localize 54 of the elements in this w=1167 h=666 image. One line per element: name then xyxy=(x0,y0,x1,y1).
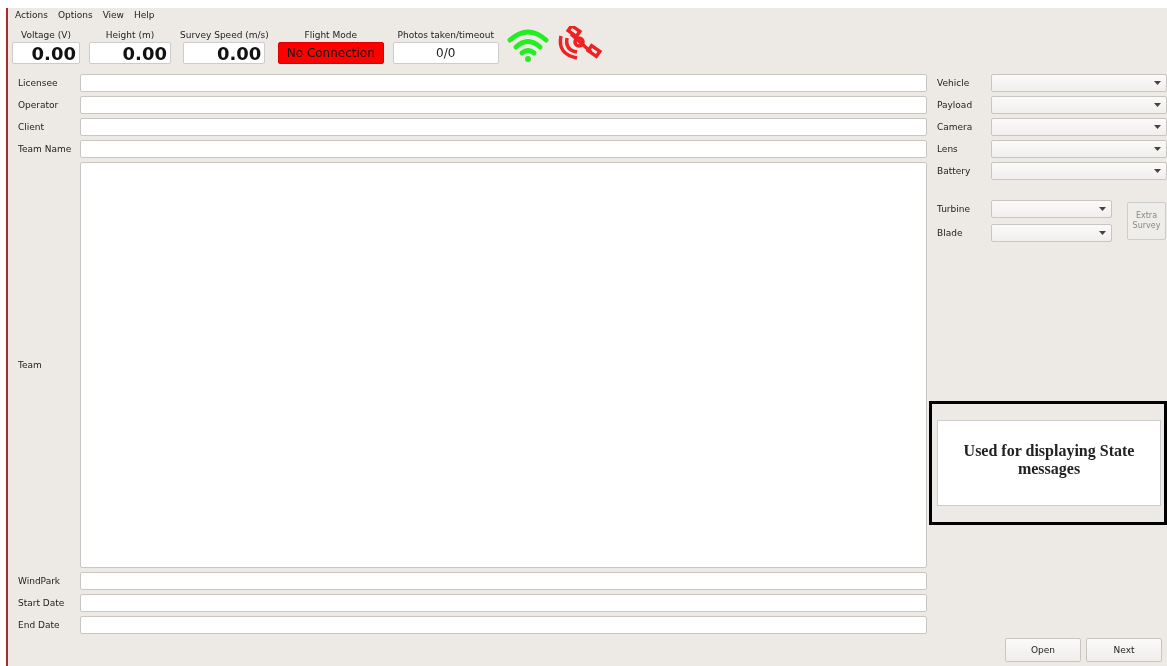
input-field[interactable] xyxy=(80,74,927,92)
field-label: Camera xyxy=(937,122,974,132)
field-label: Start Date xyxy=(18,598,66,608)
input-field[interactable] xyxy=(80,594,927,612)
input-field[interactable] xyxy=(80,140,927,158)
dropdown[interactable] xyxy=(991,96,1167,114)
readout-display: 0.00 xyxy=(12,42,80,64)
caret-icon xyxy=(1099,231,1106,235)
indicator-label: Voltage (V) xyxy=(21,30,71,40)
indicator-label: Flight Mode xyxy=(304,30,357,40)
field-label: Vehicle xyxy=(937,78,971,88)
field-label: Client xyxy=(18,122,46,132)
dropdown[interactable] xyxy=(991,162,1167,180)
dialog-button[interactable]: Next xyxy=(1086,638,1162,662)
readout-display: 0.00 xyxy=(89,42,171,64)
indicator-label: Height (m) xyxy=(105,30,155,40)
dropdown[interactable] xyxy=(991,140,1167,158)
field-label: Team xyxy=(18,360,43,370)
caret-icon xyxy=(1154,169,1161,173)
field-label: Operator xyxy=(18,100,60,110)
caret-icon xyxy=(1154,81,1161,85)
menu-item[interactable]: Help xyxy=(134,10,155,20)
input-field[interactable] xyxy=(80,96,927,114)
indicator-label: Photos taken/timeout xyxy=(397,30,494,40)
photos-display: 0/0 xyxy=(392,42,499,64)
dialog-button[interactable]: Open xyxy=(1005,638,1081,662)
field-label: WindPark xyxy=(18,576,62,586)
caret-icon xyxy=(1154,103,1161,107)
field-label: Turbine xyxy=(937,204,971,214)
dropdown[interactable] xyxy=(991,224,1112,242)
field-label: Lens xyxy=(937,144,959,154)
caret-icon xyxy=(1154,147,1161,151)
field-label: Blade xyxy=(937,228,964,238)
input-field[interactable] xyxy=(80,118,927,136)
dropdown[interactable] xyxy=(991,200,1112,218)
input-field[interactable] xyxy=(80,616,927,634)
text-area[interactable] xyxy=(80,162,927,568)
caret-icon xyxy=(1154,125,1161,129)
menu-item[interactable]: Options xyxy=(57,10,93,20)
readout-display: 0.00 xyxy=(183,42,266,64)
field-label: End Date xyxy=(18,620,61,630)
field-label: Team Name xyxy=(18,144,73,154)
caret-icon xyxy=(1099,207,1106,211)
dropdown[interactable] xyxy=(991,74,1167,92)
field-label: Payload xyxy=(937,100,974,110)
input-field[interactable] xyxy=(80,572,927,590)
menu-item[interactable]: View xyxy=(102,10,124,20)
state-message: Used for displaying State messages xyxy=(937,420,1161,506)
menu-item[interactable]: Actions xyxy=(15,10,48,20)
indicator-label: Survey Speed (m/s) xyxy=(180,30,269,40)
dropdown[interactable] xyxy=(991,118,1167,136)
field-label: Licensee xyxy=(18,78,59,88)
flight-mode-display: No Connection xyxy=(277,42,384,64)
field-label: Battery xyxy=(937,166,972,176)
